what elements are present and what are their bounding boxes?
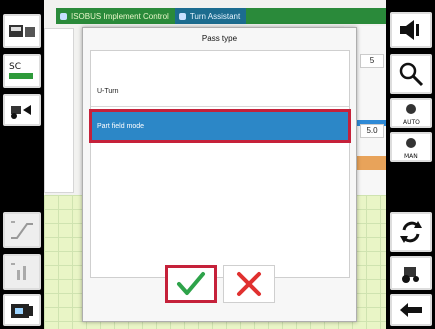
tab-turn-assistant[interactable]: Turn Assistant <box>174 8 247 24</box>
speed-indicator <box>354 156 386 170</box>
auto-mode-button[interactable]: AUTO <box>390 98 432 128</box>
manual-mode-icon: MAN <box>404 138 418 160</box>
back-button[interactable] <box>390 294 432 326</box>
tractor-transfer-icon <box>11 105 31 119</box>
dialog-actions <box>165 265 275 303</box>
manual-mode-button[interactable]: MAN <box>390 132 432 162</box>
section-control-button[interactable]: SC <box>3 54 41 88</box>
header-bar: ISOBUS Implement Control Turn Assistant <box>56 8 386 24</box>
checkmark-icon <box>177 272 205 295</box>
implement-status-icon <box>60 12 67 20</box>
x-icon <box>237 272 261 296</box>
camera-icon-button[interactable] <box>3 294 41 326</box>
refresh-button[interactable] <box>390 212 432 252</box>
right-toolbar: AUTO MAN <box>386 0 435 329</box>
back-arrow-icon <box>400 303 422 317</box>
bars-icon <box>11 263 26 280</box>
svg-text:SC: SC <box>9 62 21 72</box>
tractor-button[interactable] <box>390 256 432 290</box>
side-panel <box>44 28 74 193</box>
search-map-button[interactable] <box>390 54 432 94</box>
implement-icon <box>9 25 35 37</box>
pass-type-dialog: Pass type U-Turn Part field mode <box>82 27 357 322</box>
confirm-button[interactable] <box>165 265 217 303</box>
tractor-transfer-button[interactable] <box>3 94 41 126</box>
camera-icon <box>11 304 33 318</box>
tractor-icon <box>402 267 419 283</box>
ramp-icon <box>11 221 33 239</box>
speaker-button[interactable] <box>390 12 432 48</box>
implement-icon-button[interactable] <box>3 14 41 48</box>
value-readout: 5 <box>360 54 384 68</box>
magnifier-icon <box>399 62 424 87</box>
tab-implement[interactable]: ISOBUS Implement Control <box>56 8 175 24</box>
pass-type-list: U-Turn Part field mode <box>89 50 351 278</box>
value-readout-2: 5.0 <box>360 124 384 138</box>
turn-assistant-status-icon <box>178 12 186 20</box>
section-control-icon: SC <box>9 62 33 79</box>
left-toolbar: SC <box>0 0 44 329</box>
ramp-icon-button[interactable] <box>3 212 41 248</box>
refresh-icon <box>400 221 422 243</box>
svg-text:AUTO: AUTO <box>403 119 420 126</box>
cancel-button[interactable] <box>223 265 275 303</box>
tab-turn-assistant-label: Turn Assistant <box>189 11 241 21</box>
screen: SC ISOBUS Implement Control Turn Assista… <box>0 0 435 329</box>
speaker-icon <box>400 20 419 40</box>
dialog-title: Pass type <box>201 34 238 43</box>
bars-icon-button[interactable] <box>3 254 41 290</box>
svg-text:MAN: MAN <box>404 153 418 160</box>
list-item-label: Part field mode <box>97 122 145 130</box>
auto-mode-icon: AUTO <box>403 104 420 126</box>
list-item-label: U-Turn <box>97 88 119 95</box>
list-item-u-turn[interactable]: U-Turn <box>91 77 349 107</box>
list-item-part-field-mode[interactable]: Part field mode <box>89 109 351 143</box>
tab-implement-label: ISOBUS Implement Control <box>71 11 169 21</box>
